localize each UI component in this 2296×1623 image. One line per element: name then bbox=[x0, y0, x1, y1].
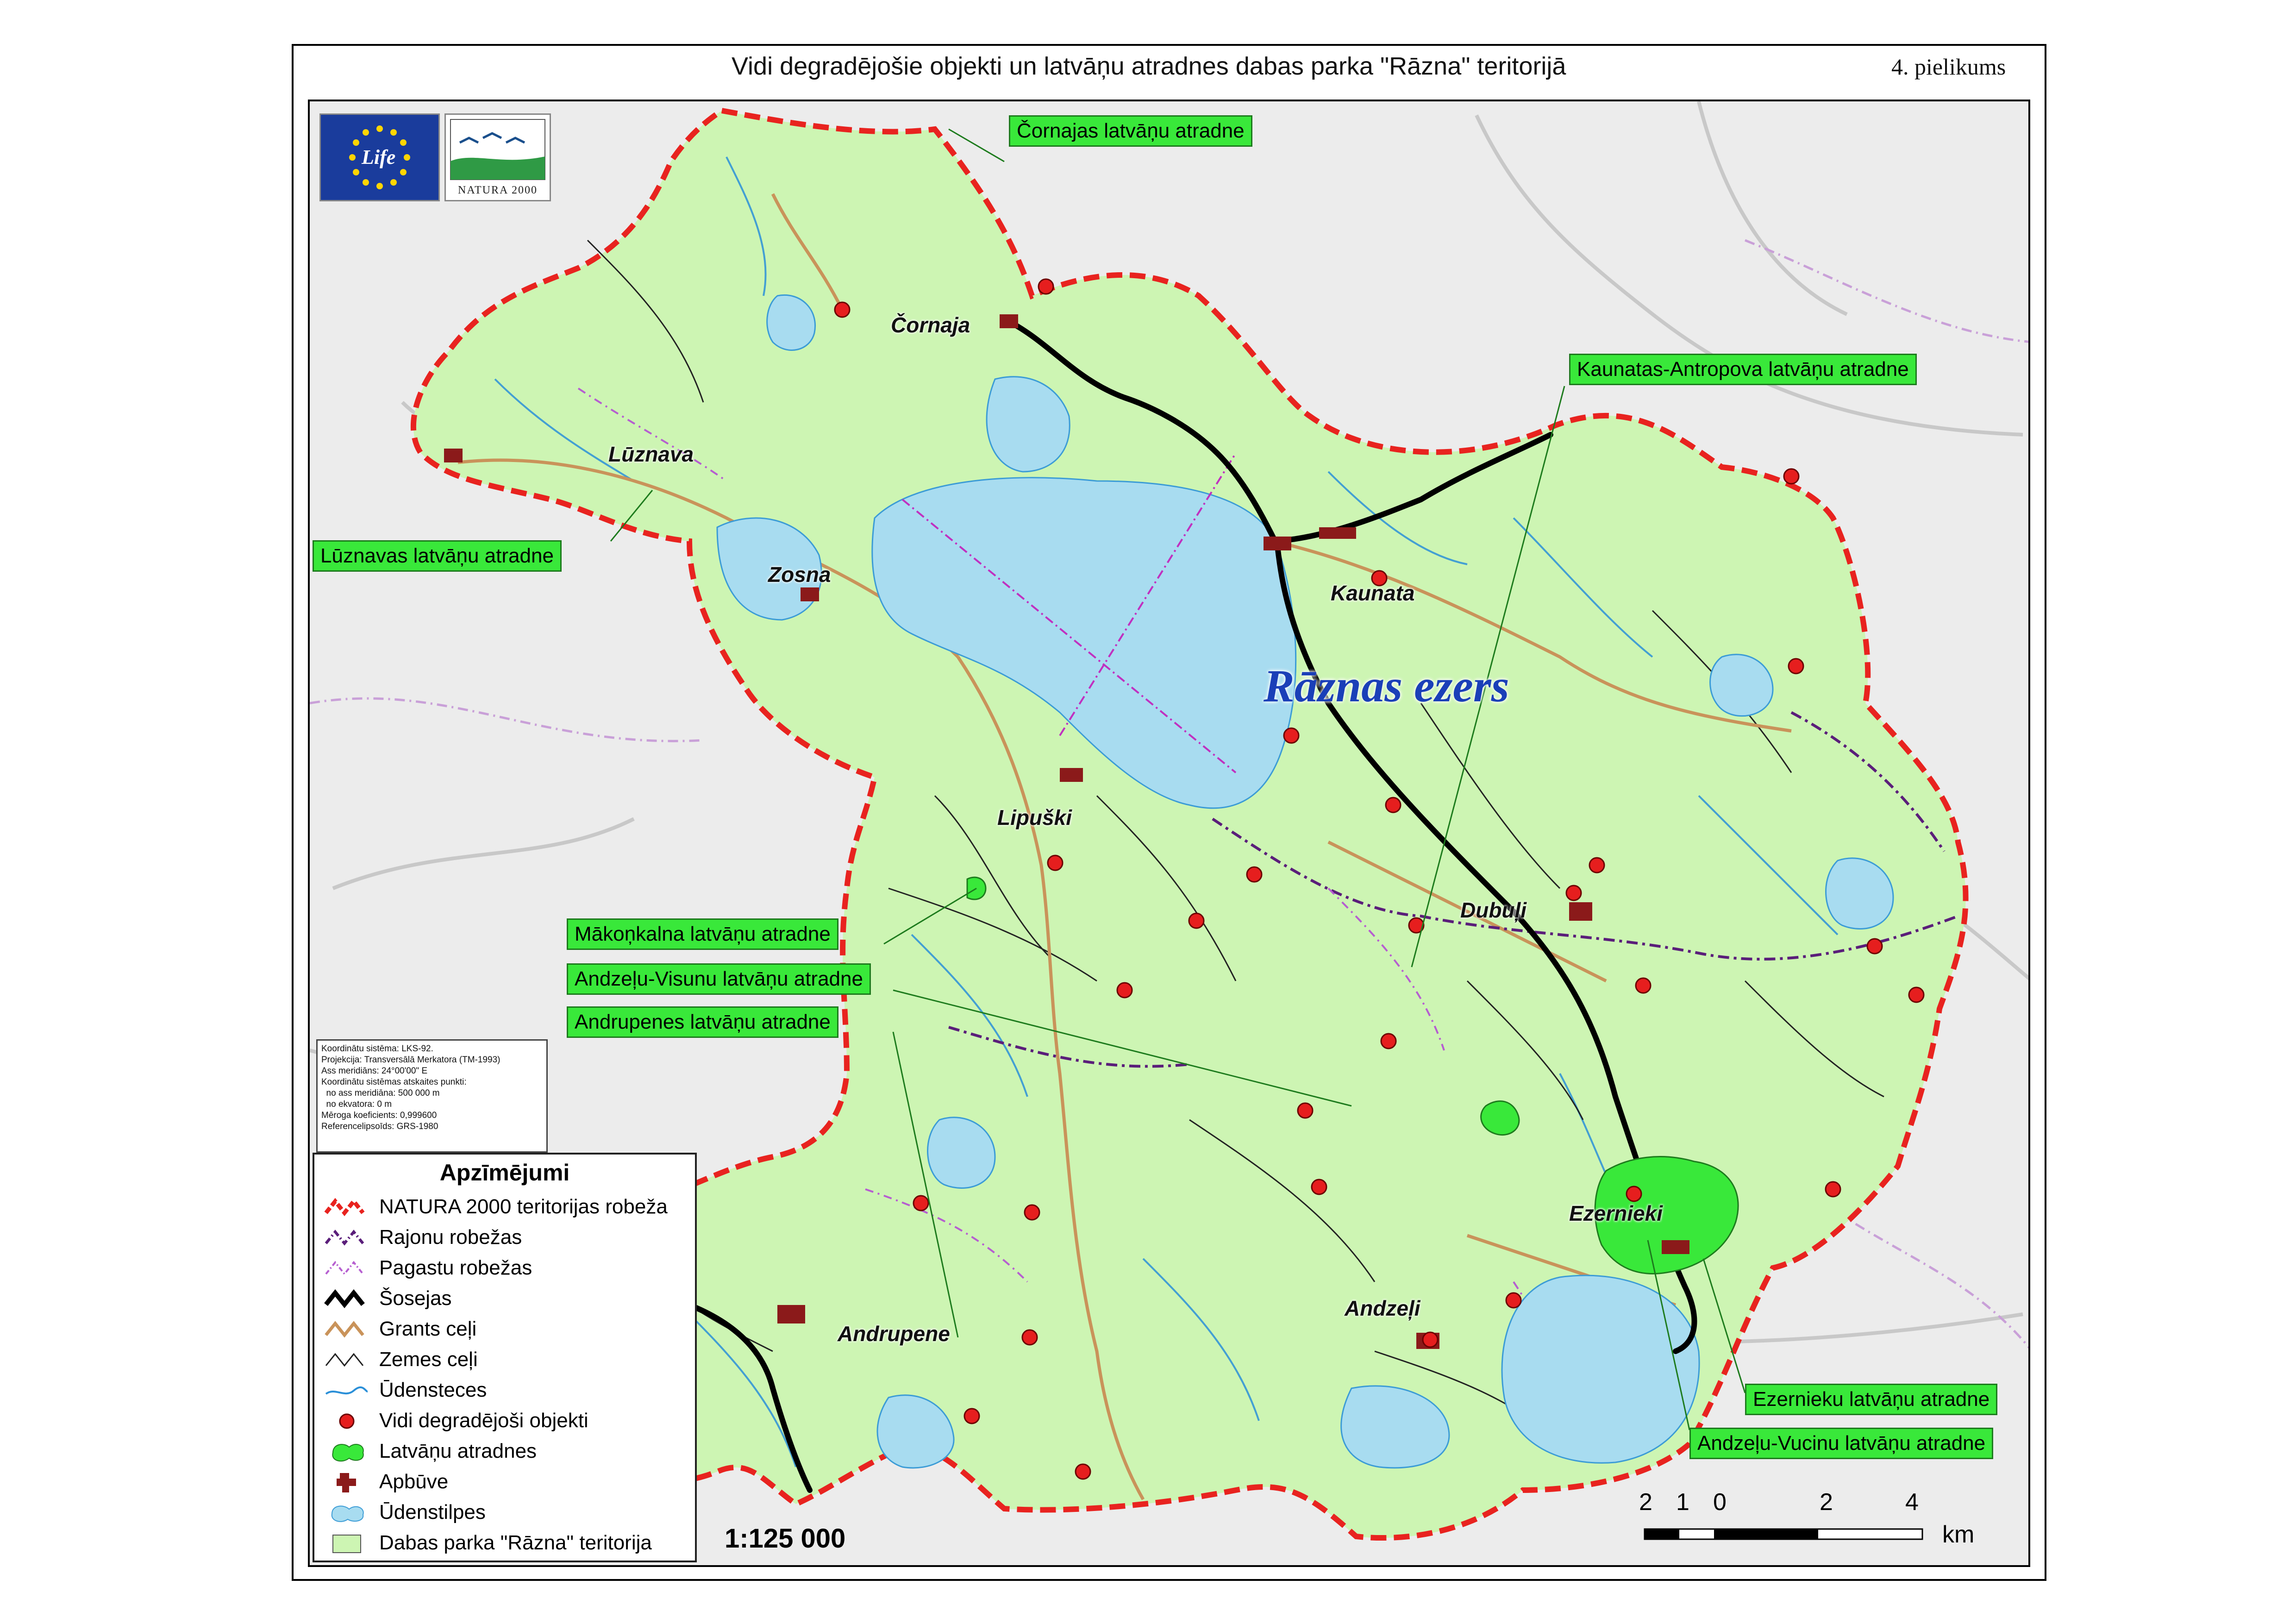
callout-makonkalna: Mākoņkalna latvāņu atradne bbox=[567, 918, 838, 950]
eu-life-logo: Life bbox=[319, 113, 440, 201]
highway-symbol bbox=[324, 1289, 365, 1309]
degrading-object-symbol bbox=[339, 1413, 355, 1429]
legend-label: Rajonu robežas bbox=[379, 1226, 522, 1248]
legend-label: Apbūve bbox=[379, 1470, 449, 1493]
coord-line: Mēroga koeficients: 0,999600 bbox=[321, 1111, 437, 1120]
natura-logo-text: NATURA 2000 bbox=[457, 184, 538, 196]
waterbody-symbol bbox=[331, 1505, 364, 1522]
legend-label: Ūdenstilpes bbox=[379, 1501, 486, 1523]
legend-label: Zemes ceļi bbox=[379, 1348, 478, 1371]
lake-label: Rāznas ezers bbox=[1264, 660, 1509, 712]
ezernieki-lake bbox=[1501, 1274, 1700, 1464]
coord-line: no ass meridiāna: 500 000 m bbox=[321, 1088, 440, 1098]
legend-label: Dabas parka "Rāzna" teritorija bbox=[379, 1531, 652, 1554]
legend-label: Šosejas bbox=[379, 1287, 452, 1310]
legend-title: Apzīmējumi bbox=[439, 1160, 570, 1186]
scale-bar: 2 1 0 2 4 km bbox=[1639, 1488, 2009, 1558]
scale-tick-label: 2 bbox=[1820, 1489, 1833, 1516]
legend-item-park-territory: Dabas parka "Rāzna" teritorija bbox=[324, 1529, 694, 1559]
callout-andzelu-vucinu: Andzeļu-Vucinu latvāņu atradne bbox=[1689, 1428, 1994, 1459]
place-lipuski: Lipuški bbox=[997, 805, 1072, 830]
place-ezernieki: Ezernieki bbox=[1569, 1201, 1663, 1225]
scale-tick-label: 0 bbox=[1713, 1489, 1727, 1516]
coord-line: Projekcija: Transversālā Merkatora (TM-1… bbox=[321, 1055, 500, 1065]
place-dubuli: Dubuļi bbox=[1460, 898, 1527, 922]
scale-tick-label: 1 bbox=[1676, 1489, 1689, 1516]
legend-item-buildup: Apbūve bbox=[324, 1467, 694, 1498]
legend-label: Ūdensteces bbox=[379, 1379, 487, 1401]
place-zosna: Zosna bbox=[768, 562, 831, 587]
parish-boundary-symbol bbox=[325, 1261, 364, 1276]
scale-unit: km bbox=[1942, 1521, 1975, 1548]
hogweed-site-symbol bbox=[332, 1444, 364, 1462]
legend: Apzīmējumi NATURA 2000 teritorijas robež… bbox=[313, 1153, 697, 1562]
buildup-symbol bbox=[337, 1473, 356, 1492]
callout-luznavas: Lūznavas latvāņu atradne bbox=[313, 540, 562, 572]
place-andzeli: Andzeļi bbox=[1345, 1296, 1420, 1320]
legend-item-gravel-road: Grants ceļi bbox=[324, 1315, 694, 1345]
coord-line: no ekvatora: 0 m bbox=[321, 1099, 392, 1109]
callout-andrupenes: Andrupenes latvāņu atradne bbox=[567, 1006, 838, 1038]
coord-line: Koordinātu sistēmas atskaites punkti: bbox=[321, 1077, 467, 1087]
map-scale-ratio: 1:125 000 bbox=[725, 1523, 846, 1554]
dirt-road-symbol bbox=[325, 1353, 364, 1367]
legend-item-parish-boundary: Pagastu robežas bbox=[324, 1254, 694, 1284]
legend-item-district-boundary: Rajonu robežas bbox=[324, 1223, 694, 1254]
scale-tick-label: 2 bbox=[1639, 1489, 1652, 1516]
legend-item-dirt-road: Zemes ceļi bbox=[324, 1345, 694, 1376]
scale-tick-label: 4 bbox=[1905, 1489, 1919, 1516]
legend-item-natura-boundary: NATURA 2000 teritorijas robeža bbox=[324, 1192, 694, 1223]
place-luznava: Lūznava bbox=[608, 442, 694, 466]
life-logo-text: Life bbox=[362, 146, 396, 169]
coord-line: Referencelipsoīds: GRS-1980 bbox=[321, 1122, 438, 1131]
place-cornaja: Čornaja bbox=[891, 313, 970, 337]
visunu-hogweed-site bbox=[1480, 1100, 1520, 1136]
map-title: Vidi degradējošie objekti un latvāņu atr… bbox=[732, 52, 1566, 80]
watercourse-symbol bbox=[325, 1386, 368, 1395]
natura-boundary-symbol bbox=[324, 1198, 365, 1217]
annex-label: 4. pielikums bbox=[1891, 54, 2006, 80]
callout-cornajas: Čornajas latvāņu atradne bbox=[1009, 115, 1252, 147]
coord-line: Koordinātu sistēma: LKS-92. bbox=[321, 1044, 433, 1054]
natura-birds-icon bbox=[450, 119, 545, 180]
district-boundary-symbol bbox=[325, 1230, 364, 1246]
scale-bar-graphic bbox=[1644, 1528, 1923, 1540]
place-andrupene: Andrupene bbox=[838, 1322, 950, 1346]
callout-kaunatas: Kaunatas-Antropova latvāņu atradne bbox=[1569, 354, 1917, 385]
legend-label: NATURA 2000 teritorijas robeža bbox=[379, 1195, 668, 1218]
legend-label: Vidi degradējoši objekti bbox=[379, 1409, 588, 1432]
gravel-road-symbol bbox=[325, 1321, 364, 1338]
callout-andzelu-visunu: Andzeļu-Visunu latvāņu atradne bbox=[567, 963, 871, 995]
natura-2000-logo: NATURA 2000 bbox=[444, 113, 551, 201]
coord-line: Ass meridiāns: 24°00'00" E bbox=[321, 1066, 428, 1076]
legend-label: Latvāņu atradnes bbox=[379, 1440, 537, 1462]
legend-item-degrading-object: Vidi degradējoši objekti bbox=[324, 1406, 694, 1437]
legend-item-watercourse: Ūdensteces bbox=[324, 1376, 694, 1406]
callout-ezernieku: Ezernieku latvāņu atradne bbox=[1745, 1384, 1998, 1415]
legend-label: Pagastu robežas bbox=[379, 1256, 532, 1279]
coordinate-system-info: Koordinātu sistēma: LKS-92. Projekcija: … bbox=[316, 1039, 548, 1153]
place-kaunata: Kaunata bbox=[1331, 581, 1415, 605]
legend-item-waterbody: Ūdenstilpes bbox=[324, 1498, 694, 1529]
park-territory-symbol bbox=[332, 1535, 361, 1553]
legend-item-hogweed-site: Latvāņu atradnes bbox=[324, 1437, 694, 1467]
legend-item-highway: Šosejas bbox=[324, 1284, 694, 1315]
legend-label: Grants ceļi bbox=[379, 1317, 477, 1340]
